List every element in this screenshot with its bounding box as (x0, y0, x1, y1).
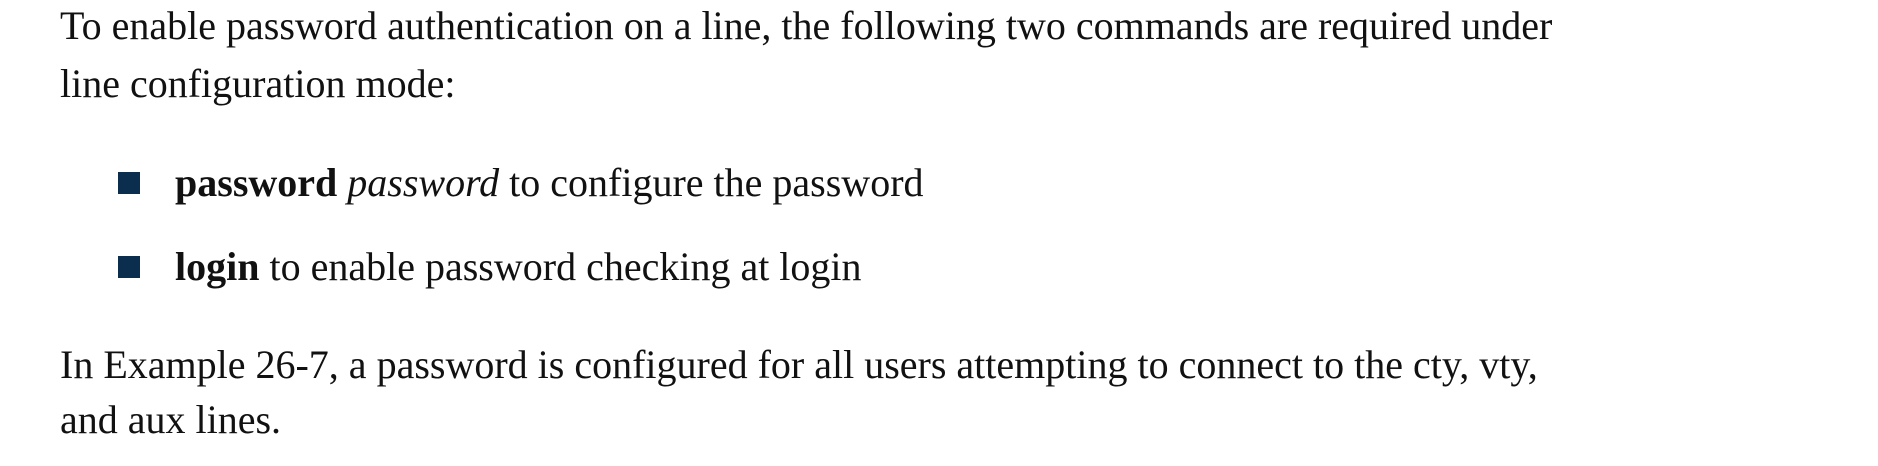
intro-line-1: To enable password authentication on a l… (60, 3, 1553, 48)
command-description: to enable password checking at login (269, 244, 862, 289)
command-name: login (175, 244, 260, 289)
command-description: to configure the password (509, 160, 924, 205)
command-argument: password (347, 160, 500, 205)
outro-line-2: and aux lines. (60, 397, 282, 442)
square-bullet-icon (118, 256, 140, 278)
outro-line-1: In Example 26-7, a password is configure… (60, 342, 1538, 387)
list-item-text: login to enable password checking at log… (175, 243, 862, 291)
intro-line-2: line configuration mode: (60, 61, 456, 106)
square-bullet-icon (118, 172, 140, 194)
command-name: password (175, 160, 338, 205)
list-item-text: password password to configure the passw… (175, 159, 924, 207)
